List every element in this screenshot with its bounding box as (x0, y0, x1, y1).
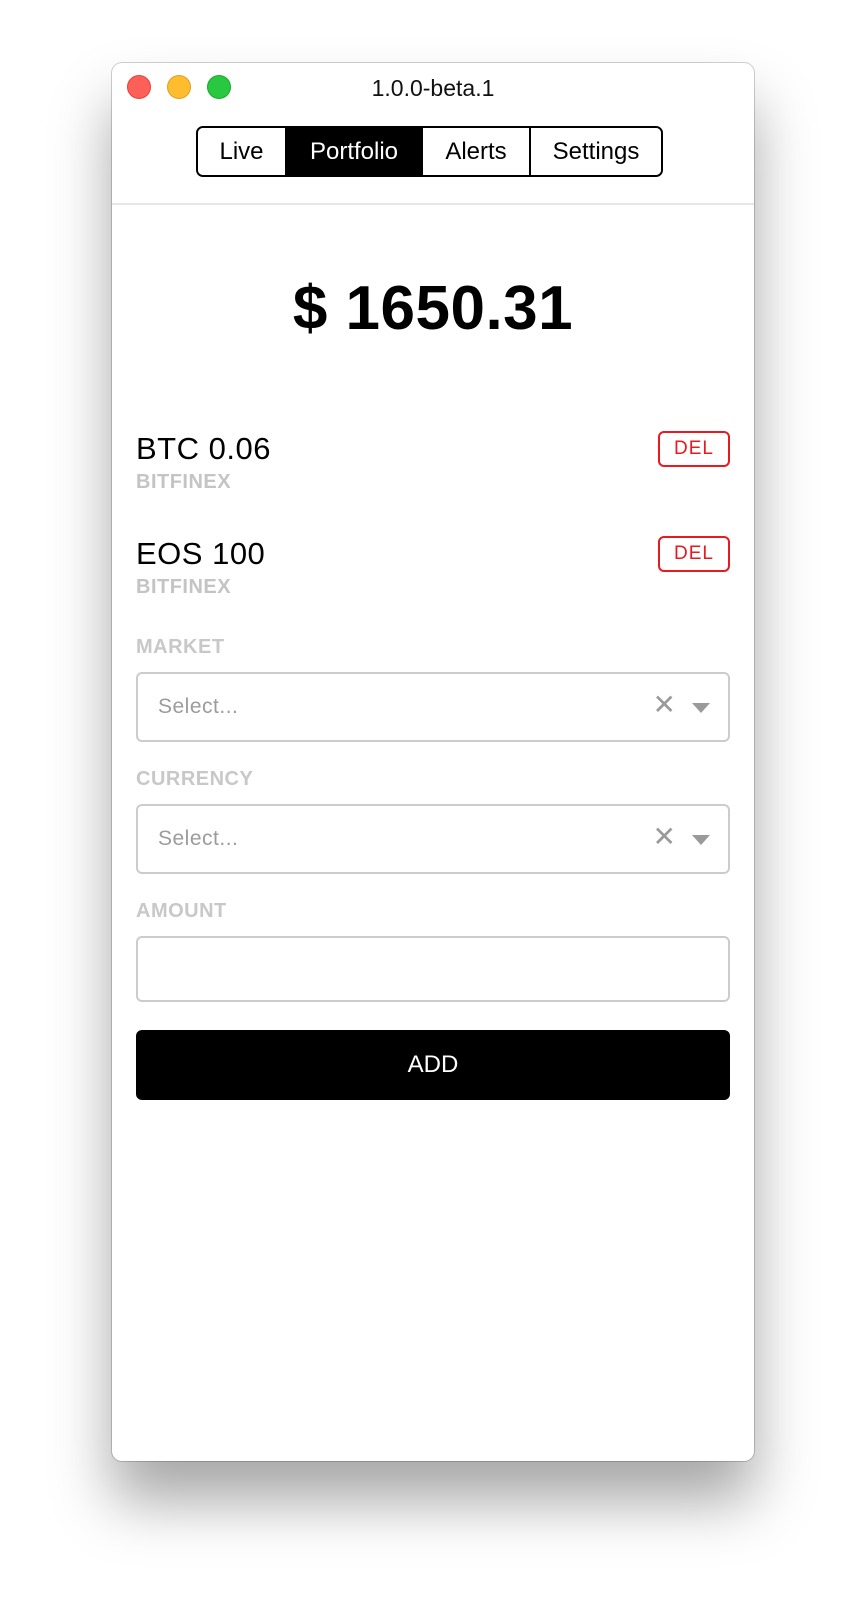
currency-select-placeholder: Select... (158, 827, 239, 850)
tab-live[interactable]: Live (198, 128, 287, 175)
delete-holding-button[interactable]: DEL (658, 536, 730, 572)
holding-item: BTC 0.06 BITFINEX DEL (136, 431, 730, 511)
delete-holding-button[interactable]: DEL (658, 431, 730, 467)
holding-title: BTC 0.06 (136, 431, 271, 466)
caret-down-icon[interactable] (692, 703, 710, 713)
header-divider (112, 203, 754, 205)
market-label: MARKET (136, 636, 225, 658)
add-button[interactable]: ADD (136, 1030, 730, 1100)
portfolio-total: $ 1650.31 (292, 274, 574, 343)
amount-label: AMOUNT (136, 900, 227, 922)
tab-bar: Live Portfolio Alerts Settings (196, 126, 663, 177)
holding-title: EOS 100 (136, 536, 266, 571)
tab-portfolio[interactable]: Portfolio (287, 128, 423, 175)
titlebar: 1.0.0-beta.1 (112, 63, 754, 123)
currency-select[interactable]: Select... ✕ (136, 804, 730, 874)
app-window: 1.0.0-beta.1 Live Portfolio Alerts Setti… (112, 63, 754, 1461)
market-select-placeholder: Select... (158, 695, 239, 718)
holding-item: EOS 100 BITFINEX DEL (136, 536, 730, 616)
tab-settings[interactable]: Settings (531, 128, 661, 175)
currency-label: CURRENCY (136, 768, 254, 790)
close-icon[interactable]: ✕ (653, 691, 676, 719)
close-icon[interactable]: ✕ (653, 823, 676, 851)
window-title: 1.0.0-beta.1 (371, 75, 495, 101)
tab-alerts[interactable]: Alerts (423, 128, 531, 175)
caret-down-icon[interactable] (692, 835, 710, 845)
holding-exchange: BITFINEX (136, 471, 232, 493)
amount-input[interactable] (136, 936, 730, 1002)
market-select[interactable]: Select... ✕ (136, 672, 730, 742)
holding-exchange: BITFINEX (136, 576, 232, 598)
